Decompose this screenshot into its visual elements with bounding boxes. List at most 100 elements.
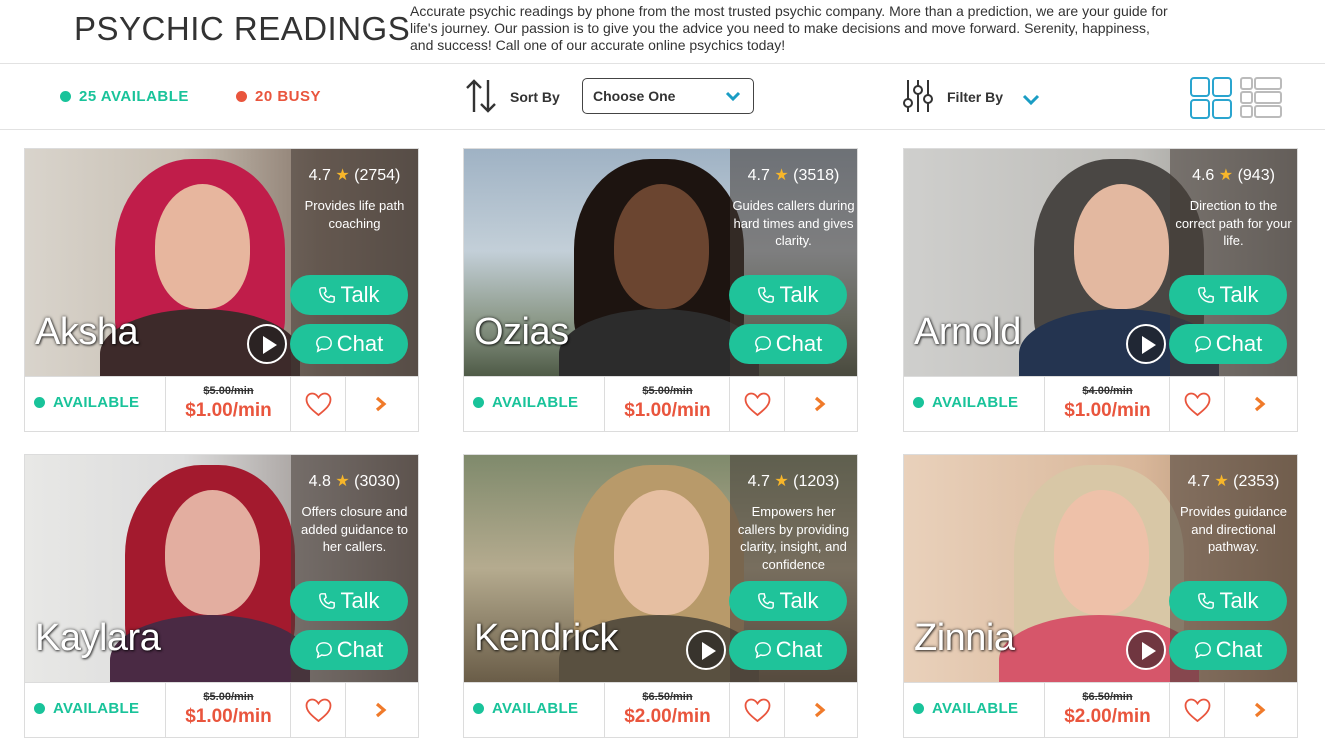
card-footer: AVAILABLE $5.00/min $1.00/min: [25, 682, 418, 738]
review-count: (943): [1237, 167, 1275, 184]
filter-label[interactable]: Filter By: [947, 89, 1003, 105]
view-profile-button[interactable]: [785, 683, 857, 738]
current-price: $1.00/min: [624, 400, 711, 421]
chat-bubble-icon: [315, 336, 332, 353]
favorite-button[interactable]: [291, 683, 346, 738]
page-title: PSYCHIC READINGS: [74, 10, 411, 47]
psychic-card[interactable]: 4.7 ★ (3518) Guides callers during hard …: [463, 148, 858, 432]
grid-view-icon[interactable]: [1190, 77, 1232, 119]
phone-icon: [319, 593, 336, 609]
view-profile-button[interactable]: [785, 377, 857, 432]
chat-button[interactable]: Chat: [729, 630, 847, 670]
toolbar: 25 AVAILABLE 20 BUSY Sort By Choose One …: [0, 64, 1325, 130]
filter-sliders-icon[interactable]: [902, 78, 934, 114]
psychic-photo[interactable]: 4.7 ★ (1203) Empowers her callers by pro…: [464, 455, 857, 682]
psychic-card[interactable]: 4.7 ★ (1203) Empowers her callers by pro…: [463, 454, 858, 738]
psychic-card[interactable]: 4.7 ★ (2754) Provides life path coaching…: [24, 148, 419, 432]
psychic-photo[interactable]: 4.6 ★ (943) Direction to the correct pat…: [904, 149, 1297, 376]
psychic-name: Kaylara: [35, 617, 161, 659]
psychic-photo[interactable]: 4.7 ★ (3518) Guides callers during hard …: [464, 149, 857, 376]
chat-button[interactable]: Chat: [290, 324, 408, 364]
chat-label: Chat: [775, 637, 823, 662]
price-block: $4.00/min $1.00/min: [1045, 377, 1170, 432]
rating-value: 4.6: [1192, 167, 1215, 184]
card-footer: AVAILABLE $5.00/min $1.00/min: [464, 376, 857, 432]
psychic-card[interactable]: 4.6 ★ (943) Direction to the correct pat…: [903, 148, 1298, 432]
old-price: $6.50/min: [642, 691, 693, 703]
psychic-card[interactable]: 4.8 ★ (3030) Offers closure and added gu…: [24, 454, 419, 738]
card-footer: AVAILABLE $6.50/min $2.00/min: [464, 682, 857, 738]
sort-select[interactable]: Choose One: [582, 78, 754, 114]
rating-value: 4.7: [747, 473, 770, 490]
availability-status: AVAILABLE: [904, 683, 1045, 738]
photo-face: [1074, 184, 1169, 309]
talk-button[interactable]: Talk: [729, 275, 847, 315]
psychic-photo[interactable]: 4.8 ★ (3030) Offers closure and added gu…: [25, 455, 418, 682]
psychic-card[interactable]: 4.7 ★ (2353) Provides guidance and direc…: [903, 454, 1298, 738]
star-icon: ★: [335, 473, 350, 490]
card-footer: AVAILABLE $6.50/min $2.00/min: [904, 682, 1297, 738]
rating: 4.8 ★ (3030): [291, 471, 418, 491]
play-video-icon[interactable]: [247, 324, 287, 364]
chevron-down-icon: [725, 91, 741, 102]
chat-button[interactable]: Chat: [290, 630, 408, 670]
favorite-button[interactable]: [730, 683, 785, 738]
favorite-button[interactable]: [1170, 377, 1225, 432]
list-view-icon[interactable]: [1240, 77, 1282, 119]
favorite-button[interactable]: [730, 377, 785, 432]
favorite-button[interactable]: [1170, 683, 1225, 738]
view-profile-button[interactable]: [1225, 377, 1297, 432]
psychic-name: Aksha: [35, 311, 139, 353]
intro-text: Accurate psychic readings by phone from …: [410, 3, 1168, 53]
chevron-down-icon[interactable]: [1022, 92, 1040, 106]
psychic-description: Guides callers during hard times and giv…: [732, 198, 855, 248]
review-count: (1203): [793, 473, 840, 490]
chat-button[interactable]: Chat: [1169, 630, 1287, 670]
play-video-icon[interactable]: [1126, 324, 1166, 364]
sort-icon[interactable]: [465, 78, 497, 114]
star-icon: ★: [774, 167, 789, 184]
status-dot-icon: [34, 397, 45, 408]
price-block: $5.00/min $1.00/min: [166, 377, 291, 432]
heart-icon: [305, 392, 332, 417]
rating-value: 4.8: [308, 473, 331, 490]
psychic-photo[interactable]: 4.7 ★ (2353) Provides guidance and direc…: [904, 455, 1297, 682]
play-video-icon[interactable]: [686, 630, 726, 670]
status-label: AVAILABLE: [932, 394, 1019, 411]
chat-button[interactable]: Chat: [729, 324, 847, 364]
chevron-right-icon: [1254, 702, 1266, 718]
chat-button[interactable]: Chat: [1169, 324, 1287, 364]
availability-status: AVAILABLE: [25, 377, 166, 432]
chat-label: Chat: [775, 331, 823, 356]
talk-button[interactable]: Talk: [1169, 581, 1287, 621]
available-dot-icon: [60, 91, 71, 102]
psychic-photo[interactable]: 4.7 ★ (2754) Provides life path coaching…: [25, 149, 418, 376]
view-profile-button[interactable]: [346, 683, 418, 738]
view-profile-button[interactable]: [1225, 683, 1297, 738]
talk-button[interactable]: Talk: [290, 275, 408, 315]
talk-label: Talk: [1219, 588, 1259, 613]
psychic-name: Kendrick: [474, 617, 618, 659]
talk-button[interactable]: Talk: [1169, 275, 1287, 315]
talk-label: Talk: [779, 588, 819, 613]
busy-count[interactable]: 20 BUSY: [236, 88, 321, 105]
price-block: $6.50/min $2.00/min: [1045, 683, 1170, 738]
chat-bubble-icon: [754, 642, 771, 659]
talk-button[interactable]: Talk: [729, 581, 847, 621]
view-profile-button[interactable]: [346, 377, 418, 432]
talk-label: Talk: [340, 588, 380, 613]
heart-icon: [1184, 698, 1211, 723]
play-video-icon[interactable]: [1126, 630, 1166, 670]
star-icon: ★: [335, 167, 350, 184]
current-price: $2.00/min: [624, 706, 711, 727]
talk-button[interactable]: Talk: [290, 581, 408, 621]
favorite-button[interactable]: [291, 377, 346, 432]
rating: 4.7 ★ (2353): [1170, 471, 1297, 491]
rating: 4.7 ★ (2754): [291, 165, 418, 185]
phone-icon: [1198, 593, 1215, 609]
phone-icon: [758, 593, 775, 609]
heart-icon: [1184, 392, 1211, 417]
chat-label: Chat: [336, 331, 384, 356]
available-count[interactable]: 25 AVAILABLE: [60, 88, 189, 105]
availability-status: AVAILABLE: [904, 377, 1045, 432]
